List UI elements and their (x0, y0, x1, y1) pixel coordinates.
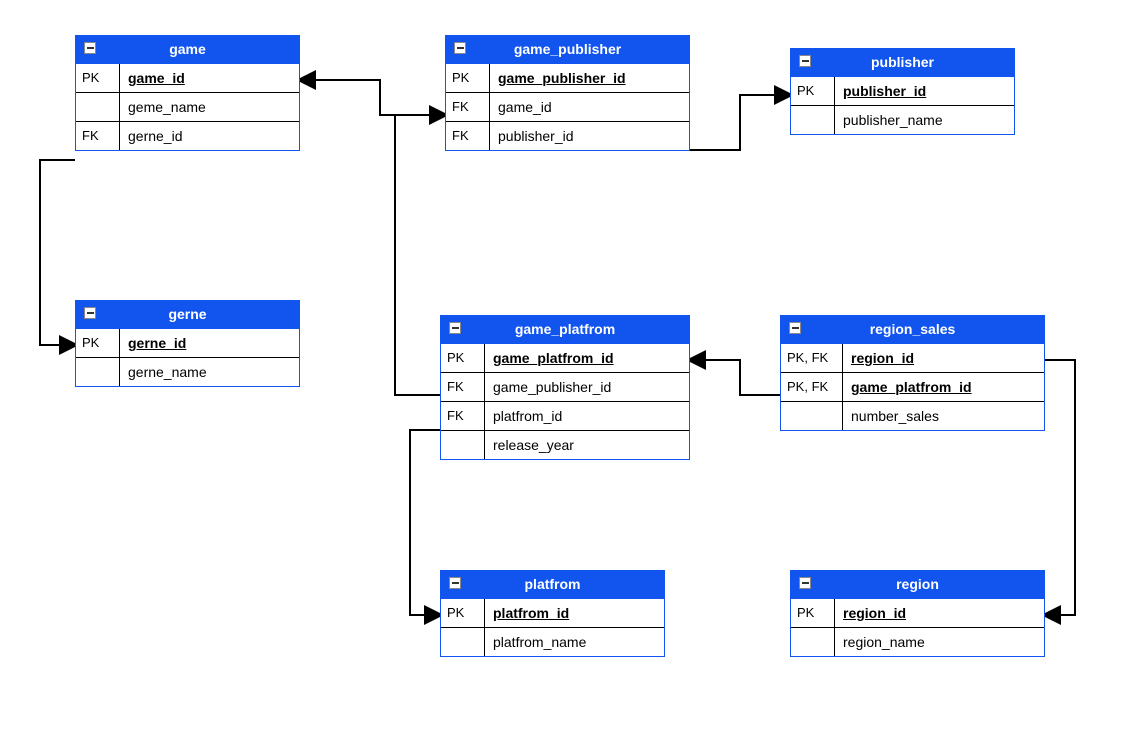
entity-title: region_sales (870, 321, 956, 337)
key-cell (441, 431, 485, 459)
column-row: region_name (791, 627, 1044, 656)
column-row: PK platfrom_id (441, 599, 664, 627)
entity-platfrom[interactable]: platfrom PK platfrom_id platfrom_name (440, 570, 665, 657)
entity-header[interactable]: region_sales (781, 316, 1044, 344)
entity-game-platfrom[interactable]: game_platfrom PK game_platfrom_id FK gam… (440, 315, 690, 460)
column-row: PK, FK region_id (781, 344, 1044, 372)
column-row: publisher_name (791, 105, 1014, 134)
column-row: release_year (441, 430, 689, 459)
column-name: game_platfrom_id (843, 373, 1044, 401)
entity-title: game_publisher (514, 41, 621, 57)
entity-header[interactable]: region (791, 571, 1044, 599)
key-cell: FK (76, 122, 120, 150)
entity-title: publisher (871, 54, 934, 70)
entity-title: platfrom (525, 576, 581, 592)
key-cell (781, 402, 843, 430)
entity-header[interactable]: game_platfrom (441, 316, 689, 344)
column-row: gerne_name (76, 357, 299, 386)
column-row: PK gerne_id (76, 329, 299, 357)
column-row: PK game_publisher_id (446, 64, 689, 92)
column-row: PK, FK game_platfrom_id (781, 372, 1044, 401)
entity-title: game (169, 41, 206, 57)
collapse-icon[interactable] (799, 55, 811, 67)
column-name: game_id (120, 64, 299, 92)
column-name: gerne_id (120, 329, 299, 357)
entity-game[interactable]: game PK game_id geme_name FK gerne_id (75, 35, 300, 151)
key-cell: PK (791, 77, 835, 105)
column-name: publisher_id (490, 122, 689, 150)
key-cell (791, 106, 835, 134)
collapse-icon[interactable] (789, 322, 801, 334)
key-cell (791, 628, 835, 656)
column-name: release_year (485, 431, 689, 459)
key-cell: PK (76, 329, 120, 357)
key-cell: PK (441, 344, 485, 372)
column-row: PK game_id (76, 64, 299, 92)
key-cell: FK (441, 402, 485, 430)
column-row: FK game_publisher_id (441, 372, 689, 401)
column-row: platfrom_name (441, 627, 664, 656)
entity-header[interactable]: game (76, 36, 299, 64)
entity-title: game_platfrom (515, 321, 615, 337)
column-row: FK platfrom_id (441, 401, 689, 430)
key-cell (441, 628, 485, 656)
key-cell: PK (76, 64, 120, 92)
column-row: PK game_platfrom_id (441, 344, 689, 372)
entity-header[interactable]: gerne (76, 301, 299, 329)
entity-game-publisher[interactable]: game_publisher PK game_publisher_id FK g… (445, 35, 690, 151)
key-cell: PK, FK (781, 344, 843, 372)
collapse-icon[interactable] (449, 577, 461, 589)
entity-publisher[interactable]: publisher PK publisher_id publisher_name (790, 48, 1015, 135)
entity-region-sales[interactable]: region_sales PK, FK region_id PK, FK gam… (780, 315, 1045, 431)
key-cell: FK (446, 122, 490, 150)
column-name: gerne_name (120, 358, 299, 386)
column-row: number_sales (781, 401, 1044, 430)
key-cell: FK (446, 93, 490, 121)
column-name: publisher_id (835, 77, 1014, 105)
column-name: gerne_id (120, 122, 299, 150)
entity-header[interactable]: publisher (791, 49, 1014, 77)
key-cell: PK (441, 599, 485, 627)
entity-region[interactable]: region PK region_id region_name (790, 570, 1045, 657)
key-cell (76, 358, 120, 386)
column-name: game_publisher_id (485, 373, 689, 401)
column-row: geme_name (76, 92, 299, 121)
key-cell (76, 93, 120, 121)
column-name: platfrom_name (485, 628, 664, 656)
entity-title: region (896, 576, 939, 592)
column-name: game_publisher_id (490, 64, 689, 92)
entity-gerne[interactable]: gerne PK gerne_id gerne_name (75, 300, 300, 387)
column-row: FK game_id (446, 92, 689, 121)
column-row: FK gerne_id (76, 121, 299, 150)
column-name: region_id (843, 344, 1044, 372)
collapse-icon[interactable] (799, 577, 811, 589)
column-name: region_name (835, 628, 1044, 656)
key-cell: PK (446, 64, 490, 92)
column-name: geme_name (120, 93, 299, 121)
er-diagram-canvas: game PK game_id geme_name FK gerne_id ga… (0, 0, 1127, 730)
column-name: game_platfrom_id (485, 344, 689, 372)
key-cell: FK (441, 373, 485, 401)
column-row: FK publisher_id (446, 121, 689, 150)
key-cell: PK (791, 599, 835, 627)
column-name: publisher_name (835, 106, 1014, 134)
column-name: platfrom_id (485, 402, 689, 430)
entity-header[interactable]: game_publisher (446, 36, 689, 64)
collapse-icon[interactable] (84, 307, 96, 319)
entity-header[interactable]: platfrom (441, 571, 664, 599)
column-name: platfrom_id (485, 599, 664, 627)
column-name: region_id (835, 599, 1044, 627)
column-row: PK region_id (791, 599, 1044, 627)
column-name: number_sales (843, 402, 1044, 430)
collapse-icon[interactable] (84, 42, 96, 54)
collapse-icon[interactable] (454, 42, 466, 54)
entity-title: gerne (168, 306, 206, 322)
key-cell: PK, FK (781, 373, 843, 401)
column-name: game_id (490, 93, 689, 121)
column-row: PK publisher_id (791, 77, 1014, 105)
collapse-icon[interactable] (449, 322, 461, 334)
